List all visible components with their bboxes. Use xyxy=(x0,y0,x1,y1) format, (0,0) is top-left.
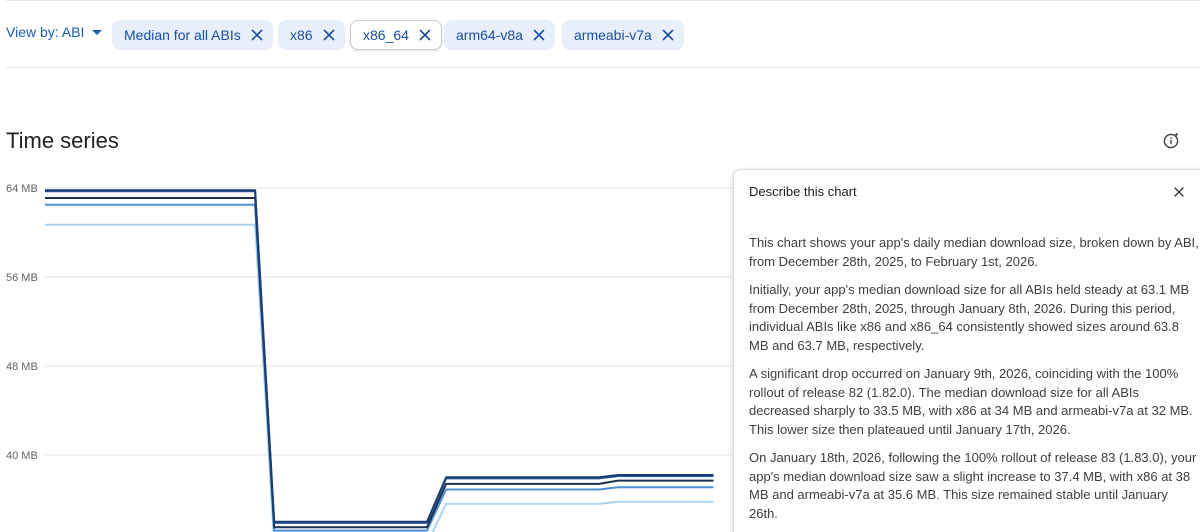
panel-paragraph: A significant drop occurred on January 9… xyxy=(749,366,1193,437)
filter-bar: View by: ABI Median for all ABIs x86 x86… xyxy=(0,14,1200,54)
panel-title: Describe this chart xyxy=(749,184,857,199)
describe-chart-panel: Describe this chart This chart shows you… xyxy=(733,169,1200,532)
chip-label: armeabi-v7a xyxy=(574,27,652,43)
section-title: Time series xyxy=(6,128,119,153)
panel-paragraph: Initially, your app's median download si… xyxy=(749,282,1190,353)
panel-body: This chart shows your app's daily median… xyxy=(749,234,1199,532)
y-tick-label: 48 MB xyxy=(6,361,38,373)
caret-down-icon xyxy=(92,29,103,35)
close-icon[interactable] xyxy=(323,29,335,41)
chip-arm64-v8a[interactable]: arm64-v8a xyxy=(444,20,555,50)
series-line-0[interactable] xyxy=(45,189,714,523)
close-icon[interactable] xyxy=(1172,185,1186,199)
view-by-label: View by: ABI xyxy=(6,24,85,40)
info-sparkle-icon[interactable] xyxy=(1162,131,1180,149)
top-divider xyxy=(6,0,1200,1)
panel-paragraph: On January 18th, 2026, following the 100… xyxy=(749,450,1197,521)
filter-divider xyxy=(6,67,1200,68)
panel-paragraph: This chart shows your app's daily median… xyxy=(749,235,1199,269)
series-line-1[interactable] xyxy=(45,190,714,524)
time-series-chart: 64 MB 56 MB 48 MB 40 MB xyxy=(0,170,740,532)
series-line-2[interactable] xyxy=(45,197,714,529)
y-tick-label: 64 MB xyxy=(6,183,38,195)
chip-x86-64[interactable]: x86_64 xyxy=(350,20,442,50)
chip-label: Median for all ABIs xyxy=(124,27,241,43)
chip-median-all-abis[interactable]: Median for all ABIs xyxy=(112,20,273,50)
close-icon[interactable] xyxy=(251,29,263,41)
chip-x86[interactable]: x86 xyxy=(278,20,345,50)
close-icon[interactable] xyxy=(419,29,431,41)
y-tick-label: 40 MB xyxy=(6,450,38,462)
view-by-dropdown[interactable]: View by: ABI xyxy=(6,24,103,40)
chip-armeabi-v7a[interactable]: armeabi-v7a xyxy=(562,20,684,50)
chip-label: x86_64 xyxy=(363,27,409,43)
close-icon[interactable] xyxy=(662,29,674,41)
chip-label: x86 xyxy=(290,27,313,43)
chip-label: arm64-v8a xyxy=(456,27,523,43)
close-icon[interactable] xyxy=(533,29,545,41)
y-tick-label: 56 MB xyxy=(6,272,38,284)
series-line-4[interactable] xyxy=(45,223,714,532)
chart-canvas: 64 MB 56 MB 48 MB 40 MB xyxy=(6,183,740,532)
